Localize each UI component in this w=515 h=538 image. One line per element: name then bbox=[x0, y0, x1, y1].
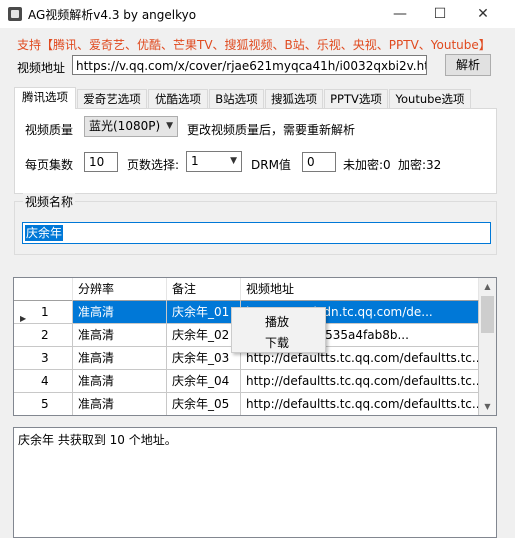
minimize-button[interactable]: — bbox=[382, 0, 418, 28]
unencrypted-count: 未加密:0 bbox=[343, 158, 391, 172]
row-number: 3 bbox=[14, 347, 73, 370]
per-page-input[interactable]: 10 bbox=[84, 152, 118, 172]
maximize-button[interactable]: ☐ bbox=[422, 0, 458, 28]
table-row[interactable]: 5 准高清 庆余年_05 http://defaultts.tc.qq.com/… bbox=[14, 393, 479, 415]
tab-youku[interactable]: 优酷选项 bbox=[148, 89, 208, 108]
row-number: 4 bbox=[14, 370, 73, 393]
context-menu-play[interactable]: 播放 bbox=[265, 313, 289, 330]
tab-tencent[interactable]: 腾讯选项 bbox=[14, 87, 76, 109]
tab-bilibili[interactable]: B站选项 bbox=[209, 89, 264, 108]
cell-url[interactable]: http://defaultts.tc.qq.com/defaultts.tc.… bbox=[241, 370, 479, 393]
row-header-corner bbox=[14, 278, 73, 301]
video-name-group-title: 视频名称 bbox=[23, 193, 76, 210]
quality-label: 视频质量 bbox=[25, 123, 74, 137]
table-row[interactable]: 4 准高清 庆余年_04 http://defaultts.tc.qq.com/… bbox=[14, 370, 479, 393]
parse-button[interactable]: 解析 bbox=[445, 54, 491, 76]
tab-iqiyi[interactable]: 爱奇艺选项 bbox=[77, 89, 147, 108]
tab-pptv[interactable]: PPTV选项 bbox=[324, 89, 388, 108]
app-window: AG视频解析v4.3 by angelkyo — ☐ ✕ 支持【腾讯、爱奇艺、优… bbox=[0, 0, 515, 538]
quality-note: 更改视频质量后，需要重新解析 bbox=[187, 123, 356, 137]
cell-note[interactable]: 庆余年_03 bbox=[167, 347, 241, 370]
cell-resolution[interactable]: 准高清 bbox=[73, 370, 167, 393]
video-name-input[interactable]: 庆余年 bbox=[22, 222, 491, 244]
scroll-thumb[interactable] bbox=[481, 296, 494, 333]
scroll-up-arrow-icon[interactable]: ▲ bbox=[479, 278, 496, 295]
per-page-label: 每页集数 bbox=[25, 158, 74, 172]
title-bar: AG视频解析v4.3 by angelkyo — ☐ ✕ bbox=[0, 0, 515, 28]
cell-note[interactable]: 庆余年_01 bbox=[167, 301, 241, 324]
context-menu: 播放 下载 bbox=[231, 307, 326, 353]
scroll-down-arrow-icon[interactable]: ▼ bbox=[479, 398, 496, 415]
page-select[interactable]: 1 ▼ bbox=[186, 151, 242, 172]
quality-select[interactable]: 蓝光(1080P) ▼ bbox=[84, 116, 178, 137]
cell-resolution[interactable]: 准高清 bbox=[73, 393, 167, 415]
cell-resolution[interactable]: 准高清 bbox=[73, 324, 167, 347]
app-icon bbox=[8, 7, 22, 21]
context-menu-download[interactable]: 下载 bbox=[265, 334, 289, 351]
drm-input[interactable]: 0 bbox=[302, 152, 336, 172]
chevron-down-icon: ▼ bbox=[230, 156, 237, 166]
encrypted-count: 加密:32 bbox=[398, 158, 442, 172]
column-header-resolution[interactable]: 分辨率 bbox=[73, 278, 167, 301]
video-name-value: 庆余年 bbox=[25, 225, 64, 241]
quality-select-value: 蓝光(1080P) bbox=[89, 119, 161, 133]
page-select-label: 页数选择: bbox=[127, 158, 180, 172]
tab-sohu[interactable]: 搜狐选项 bbox=[265, 89, 323, 108]
cell-resolution[interactable]: 准高清 bbox=[73, 301, 167, 324]
tab-youtube[interactable]: Youtube选项 bbox=[389, 89, 471, 108]
log-text: 庆余年 共获取到 10 个地址。 bbox=[18, 433, 177, 447]
cell-resolution[interactable]: 准高清 bbox=[73, 347, 167, 370]
close-button[interactable]: ✕ bbox=[465, 0, 501, 28]
url-label: 视频地址 bbox=[17, 61, 66, 75]
supported-sites-text: 支持【腾讯、爱奇艺、优酷、芒果TV、搜狐视频、B站、乐视、央视、PPTV、You… bbox=[17, 38, 491, 52]
window-title: AG视频解析v4.3 by angelkyo bbox=[28, 8, 197, 22]
cell-note[interactable]: 庆余年_02 bbox=[167, 324, 241, 347]
row-number: 2 bbox=[14, 324, 73, 347]
cell-note[interactable]: 庆余年_05 bbox=[167, 393, 241, 415]
table-vertical-scrollbar[interactable]: ▲ ▼ bbox=[479, 278, 496, 415]
column-header-url[interactable]: 视频地址 bbox=[241, 278, 479, 301]
chevron-down-icon: ▼ bbox=[166, 121, 173, 131]
row-number: ▶ 1 bbox=[14, 301, 73, 324]
row-number: 5 bbox=[14, 393, 73, 415]
cell-note[interactable]: 庆余年_04 bbox=[167, 370, 241, 393]
drm-label: DRM值 bbox=[251, 158, 291, 172]
log-output[interactable]: 庆余年 共获取到 10 个地址。 bbox=[13, 427, 497, 538]
page-select-value: 1 bbox=[191, 154, 199, 168]
cell-url[interactable]: http://defaultts.tc.qq.com/defaultts.tc.… bbox=[241, 393, 479, 415]
current-row-arrow-icon: ▶ bbox=[20, 314, 27, 323]
column-header-note[interactable]: 备注 bbox=[167, 278, 241, 301]
url-input[interactable]: https://v.qq.com/x/cover/rjae621myqca41h… bbox=[72, 55, 427, 75]
